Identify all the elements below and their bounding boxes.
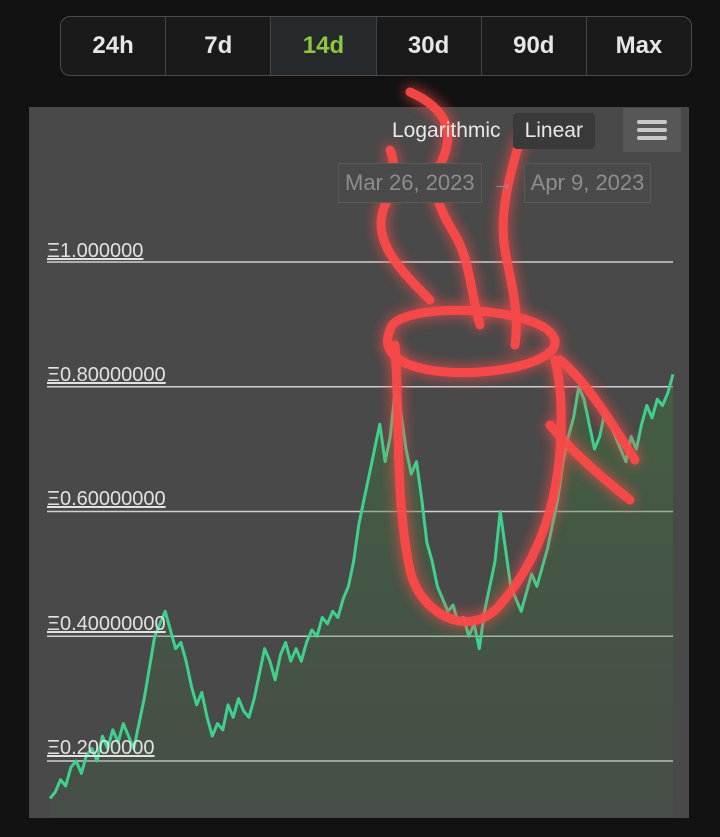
- y-tick-label-0-4: Ξ0.40000000: [47, 613, 166, 635]
- cup-rim: [382, 305, 560, 378]
- logarithmic-scale-option[interactable]: Logarithmic: [380, 113, 513, 149]
- y-tick-label-0-6: Ξ0.60000000: [47, 488, 166, 510]
- y-tick-label-0-8: Ξ0.80000000: [47, 364, 166, 386]
- date-to-field[interactable]: Apr 9, 2023: [523, 163, 652, 203]
- y-tick-label-1: Ξ1.000000: [47, 240, 144, 262]
- price-chart: [47, 87, 675, 818]
- bottom-bar: [0, 818, 720, 837]
- menu-bar: [637, 128, 667, 132]
- date-range-picker: Mar 26, 2023 → Apr 9, 2023: [338, 163, 652, 203]
- date-from-field[interactable]: Mar 26, 2023: [338, 163, 482, 203]
- hamburger-menu-icon[interactable]: [623, 108, 681, 152]
- linear-scale-option[interactable]: Linear: [512, 113, 595, 149]
- date-range-separator: →: [491, 170, 514, 195]
- menu-bar: [637, 120, 667, 124]
- menu-bar: [637, 136, 667, 140]
- y-tick-label-0-2: Ξ0.2000000: [47, 737, 155, 759]
- scale-toggle: Logarithmic Linear: [380, 113, 595, 149]
